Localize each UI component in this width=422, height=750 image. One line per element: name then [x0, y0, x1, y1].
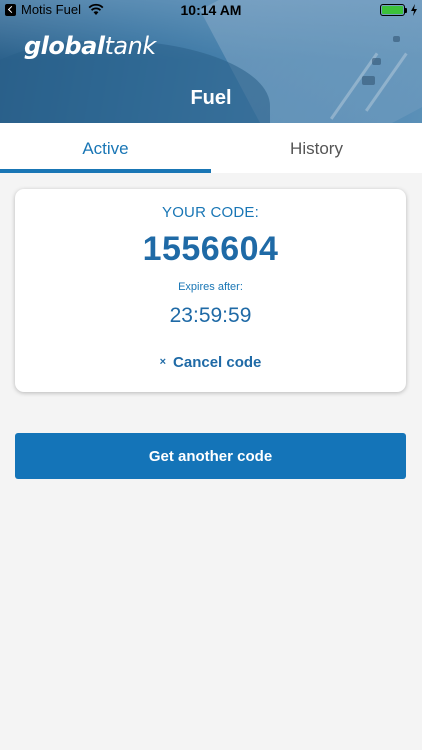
- tab-bar: Active History: [0, 123, 422, 173]
- code-label: YOUR CODE:: [161, 204, 259, 221]
- logo-light-text: tank: [104, 32, 157, 60]
- tab-history[interactable]: History: [211, 123, 422, 173]
- tab-active-label: Active: [82, 139, 129, 158]
- expires-countdown: 23:59:59: [169, 304, 252, 327]
- fuel-code-card: YOUR CODE: 1556604 Expires after: 23:59:…: [15, 189, 406, 392]
- charging-icon: [411, 4, 417, 16]
- status-time: 10:14 AM: [180, 2, 242, 18]
- tab-active[interactable]: Active: [0, 123, 211, 173]
- active-tab-indicator: [0, 169, 211, 173]
- battery-tip: [405, 8, 407, 13]
- status-bar: Motis Fuel 10:14 AM: [0, 0, 422, 20]
- logo-bold-text: global: [24, 32, 105, 60]
- cancel-code-label: Cancel code: [173, 354, 262, 371]
- battery-icon: [380, 4, 405, 16]
- fuel-code-value: 1556604: [142, 230, 279, 268]
- tab-history-label: History: [290, 139, 343, 158]
- cancel-code-button[interactable]: × Cancel code: [15, 354, 406, 371]
- battery-fill: [382, 6, 403, 14]
- globaltank-logo: globaltank: [24, 32, 156, 60]
- page-title: Fuel: [190, 87, 232, 109]
- expires-label: Expires after:: [178, 281, 243, 293]
- close-icon: ×: [159, 356, 167, 368]
- get-another-code-button[interactable]: Get another code: [15, 433, 406, 479]
